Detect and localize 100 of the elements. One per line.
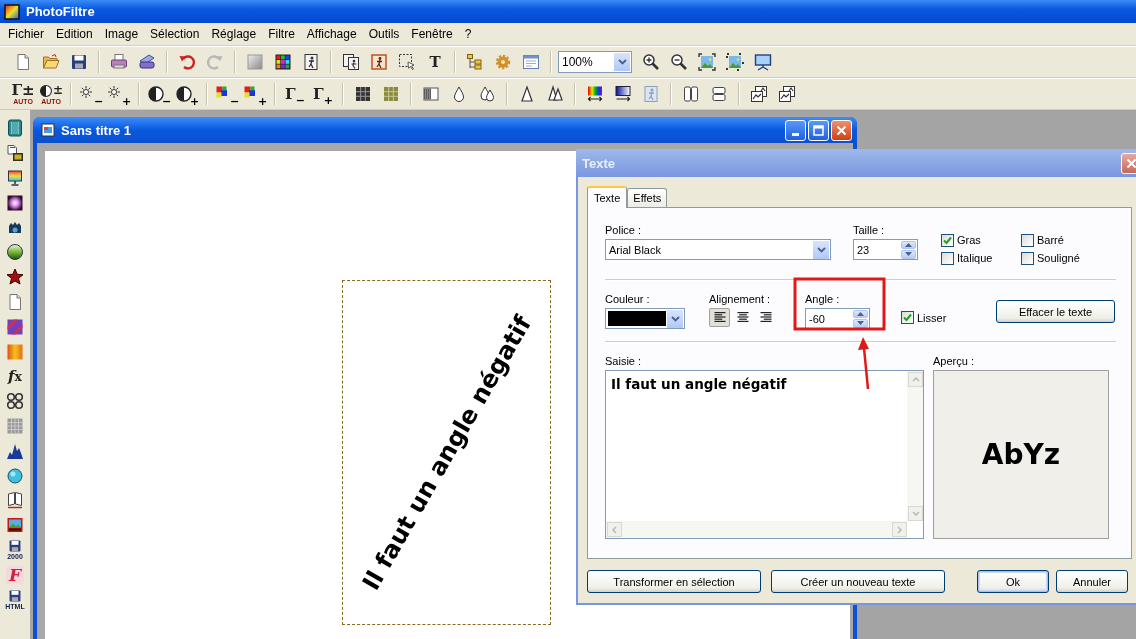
align-center-icon bbox=[736, 312, 749, 323]
checkbox-label[interactable]: Gras bbox=[957, 234, 981, 246]
window-icon bbox=[522, 53, 540, 71]
folder-icon bbox=[42, 53, 60, 71]
checkbox-label[interactable]: Italique bbox=[957, 252, 993, 264]
field-label: Aperçu : bbox=[933, 355, 975, 367]
triangle-down-icon bbox=[905, 252, 912, 257]
toolbar-button[interactable]: T bbox=[422, 49, 448, 75]
picture-icon bbox=[726, 53, 744, 71]
printer-icon bbox=[110, 53, 128, 71]
swatch-grid-icon bbox=[274, 53, 292, 71]
align-left-icon bbox=[713, 312, 726, 323]
halftone-square-icon bbox=[422, 85, 440, 103]
tab[interactable]: Effets bbox=[627, 188, 668, 207]
triangles-icon bbox=[546, 85, 564, 103]
checkbox[interactable] bbox=[901, 311, 914, 324]
chevron-up-icon bbox=[911, 377, 920, 382]
align-button[interactable] bbox=[709, 308, 730, 327]
dropdown-button[interactable] bbox=[667, 309, 683, 328]
field-label: Police : bbox=[605, 224, 643, 236]
stripes-icon bbox=[6, 317, 24, 336]
half-circle-icon bbox=[38, 83, 53, 98]
gear-icon bbox=[494, 53, 512, 71]
color-dropdown[interactable] bbox=[605, 308, 685, 329]
chevron-down-icon bbox=[816, 246, 826, 253]
spin-up-button[interactable] bbox=[901, 240, 916, 249]
preview-text: AbYz bbox=[981, 438, 1061, 471]
spin-down-button[interactable] bbox=[853, 319, 868, 328]
marquee-selection-icon bbox=[398, 53, 416, 71]
menu-item[interactable]: Fenêtre bbox=[405, 25, 459, 43]
clear-text-button[interactable]: Effacer le texte bbox=[996, 300, 1115, 323]
close-icon bbox=[1126, 157, 1136, 169]
menu-item[interactable]: Filtre bbox=[262, 25, 301, 43]
fit-picture-icon bbox=[698, 53, 716, 71]
chevron-left-icon bbox=[612, 525, 617, 534]
gradient-icon bbox=[614, 85, 632, 103]
field-label: Taille : bbox=[853, 224, 886, 236]
checkbox[interactable] bbox=[941, 233, 954, 247]
menu-item[interactable]: ? bbox=[458, 25, 478, 43]
dialog-button[interactable]: Annuler bbox=[1056, 570, 1128, 593]
minimize-button[interactable] bbox=[785, 119, 806, 141]
calculator-icon bbox=[6, 119, 24, 138]
spin-down-button[interactable] bbox=[901, 250, 916, 259]
menu-item[interactable]: Fichier bbox=[2, 25, 50, 43]
tab[interactable]: Texte bbox=[587, 186, 628, 208]
menu-item[interactable]: Edition bbox=[50, 25, 99, 43]
dialog-button[interactable]: Ok bbox=[977, 570, 1049, 593]
zoom-dropdown[interactable]: 100% bbox=[558, 51, 632, 73]
checkbox-label[interactable]: Souligné bbox=[1037, 252, 1080, 264]
checkbox[interactable] bbox=[1021, 233, 1034, 247]
tiles-icon bbox=[382, 85, 400, 103]
checkmark-icon bbox=[903, 313, 912, 322]
toolbar-button[interactable]: − bbox=[146, 81, 172, 107]
toolbar-button[interactable]: − bbox=[214, 81, 240, 107]
toolbar-button[interactable]: − bbox=[78, 81, 104, 107]
font-dropdown[interactable]: Arial Black bbox=[605, 239, 831, 260]
dialog-title: Texte bbox=[582, 155, 615, 171]
toolbar-button[interactable]: + bbox=[106, 81, 132, 107]
dialog-button[interactable]: Créer un nouveau texte bbox=[771, 570, 945, 593]
half-circle-icon bbox=[146, 85, 165, 103]
rows-icon bbox=[710, 85, 728, 103]
toolbar-button[interactable]: Γ− bbox=[282, 81, 308, 107]
book-icon bbox=[6, 491, 24, 510]
menu-item[interactable]: Affichage bbox=[300, 25, 363, 43]
triangle-up-icon bbox=[857, 311, 864, 316]
maximize-icon bbox=[813, 124, 824, 136]
framed-figures-icon bbox=[342, 53, 360, 71]
close-button[interactable] bbox=[1121, 152, 1136, 174]
document-icon bbox=[41, 123, 55, 137]
toolbar-button[interactable]: + bbox=[242, 81, 268, 107]
dropdown-button[interactable] bbox=[813, 240, 829, 259]
chevron-down-icon bbox=[911, 511, 920, 516]
grid-icon bbox=[354, 85, 372, 103]
maximize-button[interactable] bbox=[808, 119, 829, 141]
menu-item[interactable]: Image bbox=[98, 25, 145, 43]
checkbox[interactable] bbox=[1021, 251, 1034, 265]
layered-figures-icon bbox=[778, 85, 796, 103]
spin-up-button[interactable] bbox=[853, 309, 868, 318]
dropdown-button[interactable] bbox=[614, 53, 630, 71]
text-input-field[interactable]: Il faut un angle négatif bbox=[605, 370, 924, 539]
app-logo-icon bbox=[4, 3, 20, 20]
minimize-icon bbox=[792, 132, 799, 136]
monitor-icon bbox=[6, 169, 24, 187]
size-spin-field[interactable]: 23 bbox=[853, 239, 918, 260]
menu-item[interactable]: Sélection bbox=[144, 25, 206, 43]
checkbox[interactable] bbox=[941, 251, 954, 265]
angle-spin-field[interactable]: -60 bbox=[805, 308, 870, 329]
star-icon bbox=[6, 268, 24, 287]
checkbox-label[interactable]: Barré bbox=[1037, 234, 1064, 246]
close-button[interactable] bbox=[831, 119, 852, 141]
spectrum-icon bbox=[586, 85, 604, 103]
dialog-button[interactable]: Transformer en sélection bbox=[587, 570, 761, 593]
zoom-out-icon bbox=[670, 53, 688, 71]
scanner-icon bbox=[138, 53, 156, 71]
checkbox-label[interactable]: Lisser bbox=[917, 311, 947, 324]
menu-item[interactable]: Outils bbox=[362, 25, 406, 43]
toolbar-button[interactable]: + bbox=[174, 81, 200, 107]
toolbar-button[interactable]: Γ+ bbox=[310, 81, 336, 107]
menu-item[interactable]: Réglage bbox=[205, 25, 263, 43]
page-icon bbox=[14, 53, 32, 71]
